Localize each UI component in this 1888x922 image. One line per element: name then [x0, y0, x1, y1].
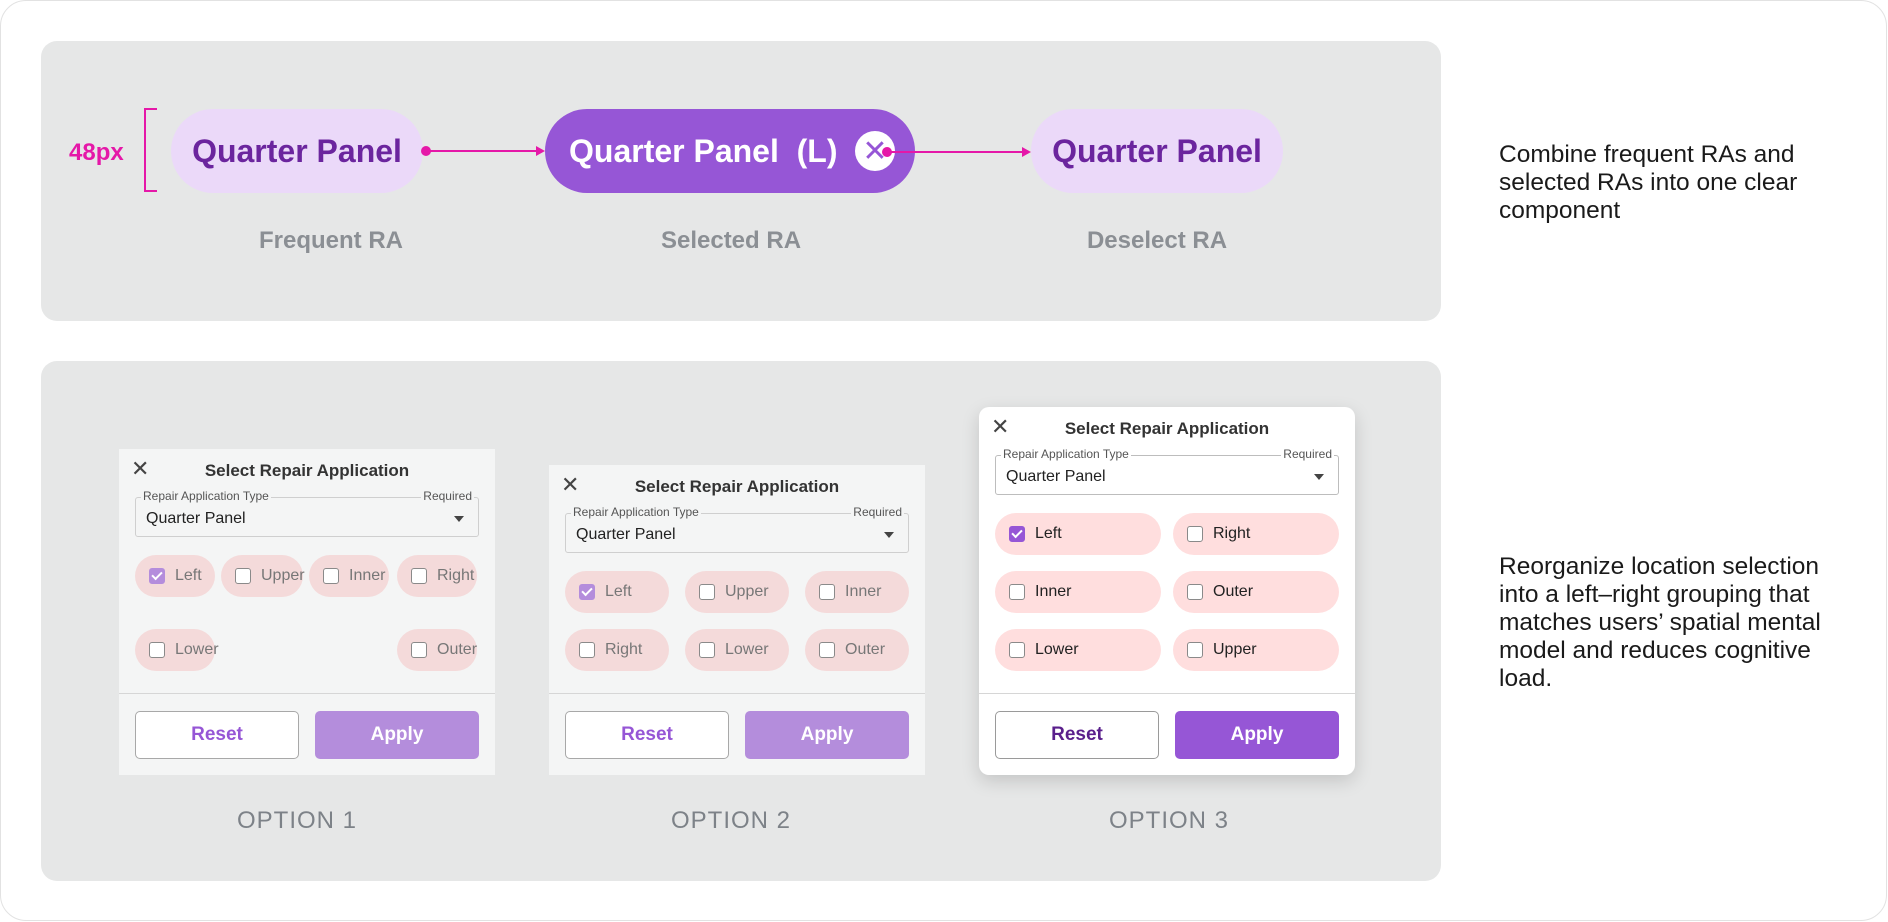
chip-states-panel: 48px Quarter Panel Quarter Panel (L) ✕ Q…: [41, 41, 1441, 321]
top-note: Combine frequent RAs and selected RAs in…: [1499, 141, 1798, 224]
layout-options-panel: ✕ Select Repair Application Repair Appli…: [41, 361, 1441, 881]
option-label: Lower: [1035, 641, 1079, 658]
selected-ra-caption: Selected RA: [660, 227, 802, 254]
location-option-right[interactable]: Right: [1173, 513, 1339, 555]
location-option-inner[interactable]: Inner: [309, 555, 389, 597]
dialog-title: Select Repair Application: [634, 477, 840, 496]
dialog-option-3: ✕ Select Repair Application Repair Appli…: [979, 407, 1355, 775]
checkbox[interactable]: [579, 642, 595, 658]
arrow-head: [536, 146, 545, 156]
location-option-upper[interactable]: Upper: [1173, 629, 1339, 671]
option-label: Right: [437, 567, 475, 584]
apply-button[interactable]: Apply: [745, 711, 909, 759]
field-label: Repair Application Type: [141, 489, 271, 503]
checkbox[interactable]: [323, 568, 339, 584]
field-required: Required: [851, 505, 904, 519]
divider: [119, 693, 495, 694]
checkbox[interactable]: [819, 642, 835, 658]
repair-type-select[interactable]: Repair Application Type Required Quarter…: [135, 489, 479, 537]
repair-type-select[interactable]: Repair Application Type Required Quarter…: [995, 447, 1339, 495]
option-1-label: OPTION 1: [236, 807, 358, 834]
checkbox[interactable]: [1009, 526, 1025, 542]
location-option-lower[interactable]: Lower: [135, 629, 219, 671]
location-option-right[interactable]: Right: [397, 555, 477, 597]
location-option-outer[interactable]: Outer: [805, 629, 909, 671]
location-option-upper[interactable]: Upper: [221, 555, 305, 597]
reset-button[interactable]: Reset: [135, 711, 299, 759]
divider: [549, 693, 925, 694]
checkbox[interactable]: [699, 584, 715, 600]
checkbox[interactable]: [1009, 642, 1025, 658]
divider: [979, 693, 1355, 694]
dialog-title: Select Repair Application: [1064, 419, 1270, 438]
location-option-left[interactable]: Left: [135, 555, 215, 597]
checkbox[interactable]: [235, 568, 251, 584]
canvas: 48px Quarter Panel Quarter Panel (L) ✕ Q…: [0, 0, 1887, 921]
chevron-down-icon: [1314, 474, 1324, 480]
field-required: Required: [421, 489, 474, 503]
checkbox[interactable]: [819, 584, 835, 600]
location-option-outer[interactable]: Outer: [1173, 571, 1339, 613]
location-option-inner[interactable]: Inner: [805, 571, 909, 613]
option-label: Outer: [1213, 583, 1254, 600]
field-label: Repair Application Type: [1001, 447, 1131, 461]
apply-button[interactable]: Apply: [315, 711, 479, 759]
reset-button[interactable]: Reset: [995, 711, 1159, 759]
option-label: Upper: [261, 567, 305, 584]
option-2-label: OPTION 2: [670, 807, 792, 834]
field-value: Quarter Panel: [146, 510, 246, 527]
checkbox[interactable]: [1009, 584, 1025, 600]
dialog-title: Select Repair Application: [204, 461, 410, 480]
checkbox[interactable]: [411, 568, 427, 584]
option-label: Left: [605, 583, 632, 600]
option-label: Left: [1035, 525, 1062, 542]
flow-arrows: [421, 146, 1031, 157]
location-option-inner[interactable]: Inner: [995, 571, 1161, 613]
option-label: Right: [605, 641, 643, 658]
option-label: Right: [1213, 525, 1251, 542]
field-value: Quarter Panel: [576, 526, 676, 543]
option-3-label: OPTION 3: [1108, 807, 1230, 834]
repair-type-select[interactable]: Repair Application Type Required Quarter…: [565, 505, 909, 553]
apply-button[interactable]: Apply: [1175, 711, 1339, 759]
bottom-note: Reorganize location selection into a lef…: [1499, 553, 1821, 692]
option-label: Inner: [1035, 583, 1072, 600]
location-option-lower[interactable]: Lower: [685, 629, 789, 671]
location-option-upper[interactable]: Upper: [685, 571, 789, 613]
checkbox[interactable]: [1187, 642, 1203, 658]
location-option-lower[interactable]: Lower: [995, 629, 1161, 671]
checkbox[interactable]: [579, 584, 595, 600]
checkbox[interactable]: [411, 642, 427, 658]
checkbox[interactable]: [149, 642, 165, 658]
location-option-left[interactable]: Left: [565, 571, 669, 613]
checkbox[interactable]: [1187, 584, 1203, 600]
chevron-down-icon: [454, 516, 464, 522]
chevron-down-icon: [884, 532, 894, 538]
option-label: Outer: [845, 641, 886, 658]
option-label: Inner: [349, 567, 386, 584]
field-required: Required: [1281, 447, 1334, 461]
frequent-ra-caption: Frequent RA: [259, 227, 403, 254]
location-option-outer[interactable]: Outer: [397, 629, 477, 671]
reset-button[interactable]: Reset: [565, 711, 729, 759]
option-label: Lower: [725, 641, 769, 658]
checkbox[interactable]: [1187, 526, 1203, 542]
option-label: Upper: [1213, 641, 1257, 658]
option-label: Upper: [725, 583, 769, 600]
option-label: Outer: [437, 641, 478, 658]
deselect-ra-caption: Deselect RA: [1086, 227, 1228, 254]
field-value: Quarter Panel: [1006, 468, 1106, 485]
location-option-right[interactable]: Right: [565, 629, 669, 671]
option-label: Inner: [845, 583, 882, 600]
option-label: Left: [175, 567, 202, 584]
dialog-option-2: ✕ Select Repair Application Repair Appli…: [549, 465, 925, 775]
option-label: Lower: [175, 641, 219, 658]
arrow-head: [1022, 147, 1031, 157]
dialog-option-1: ✕ Select Repair Application Repair Appli…: [119, 449, 495, 775]
checkbox[interactable]: [699, 642, 715, 658]
location-option-left[interactable]: Left: [995, 513, 1161, 555]
field-label: Repair Application Type: [571, 505, 701, 519]
checkbox[interactable]: [149, 568, 165, 584]
